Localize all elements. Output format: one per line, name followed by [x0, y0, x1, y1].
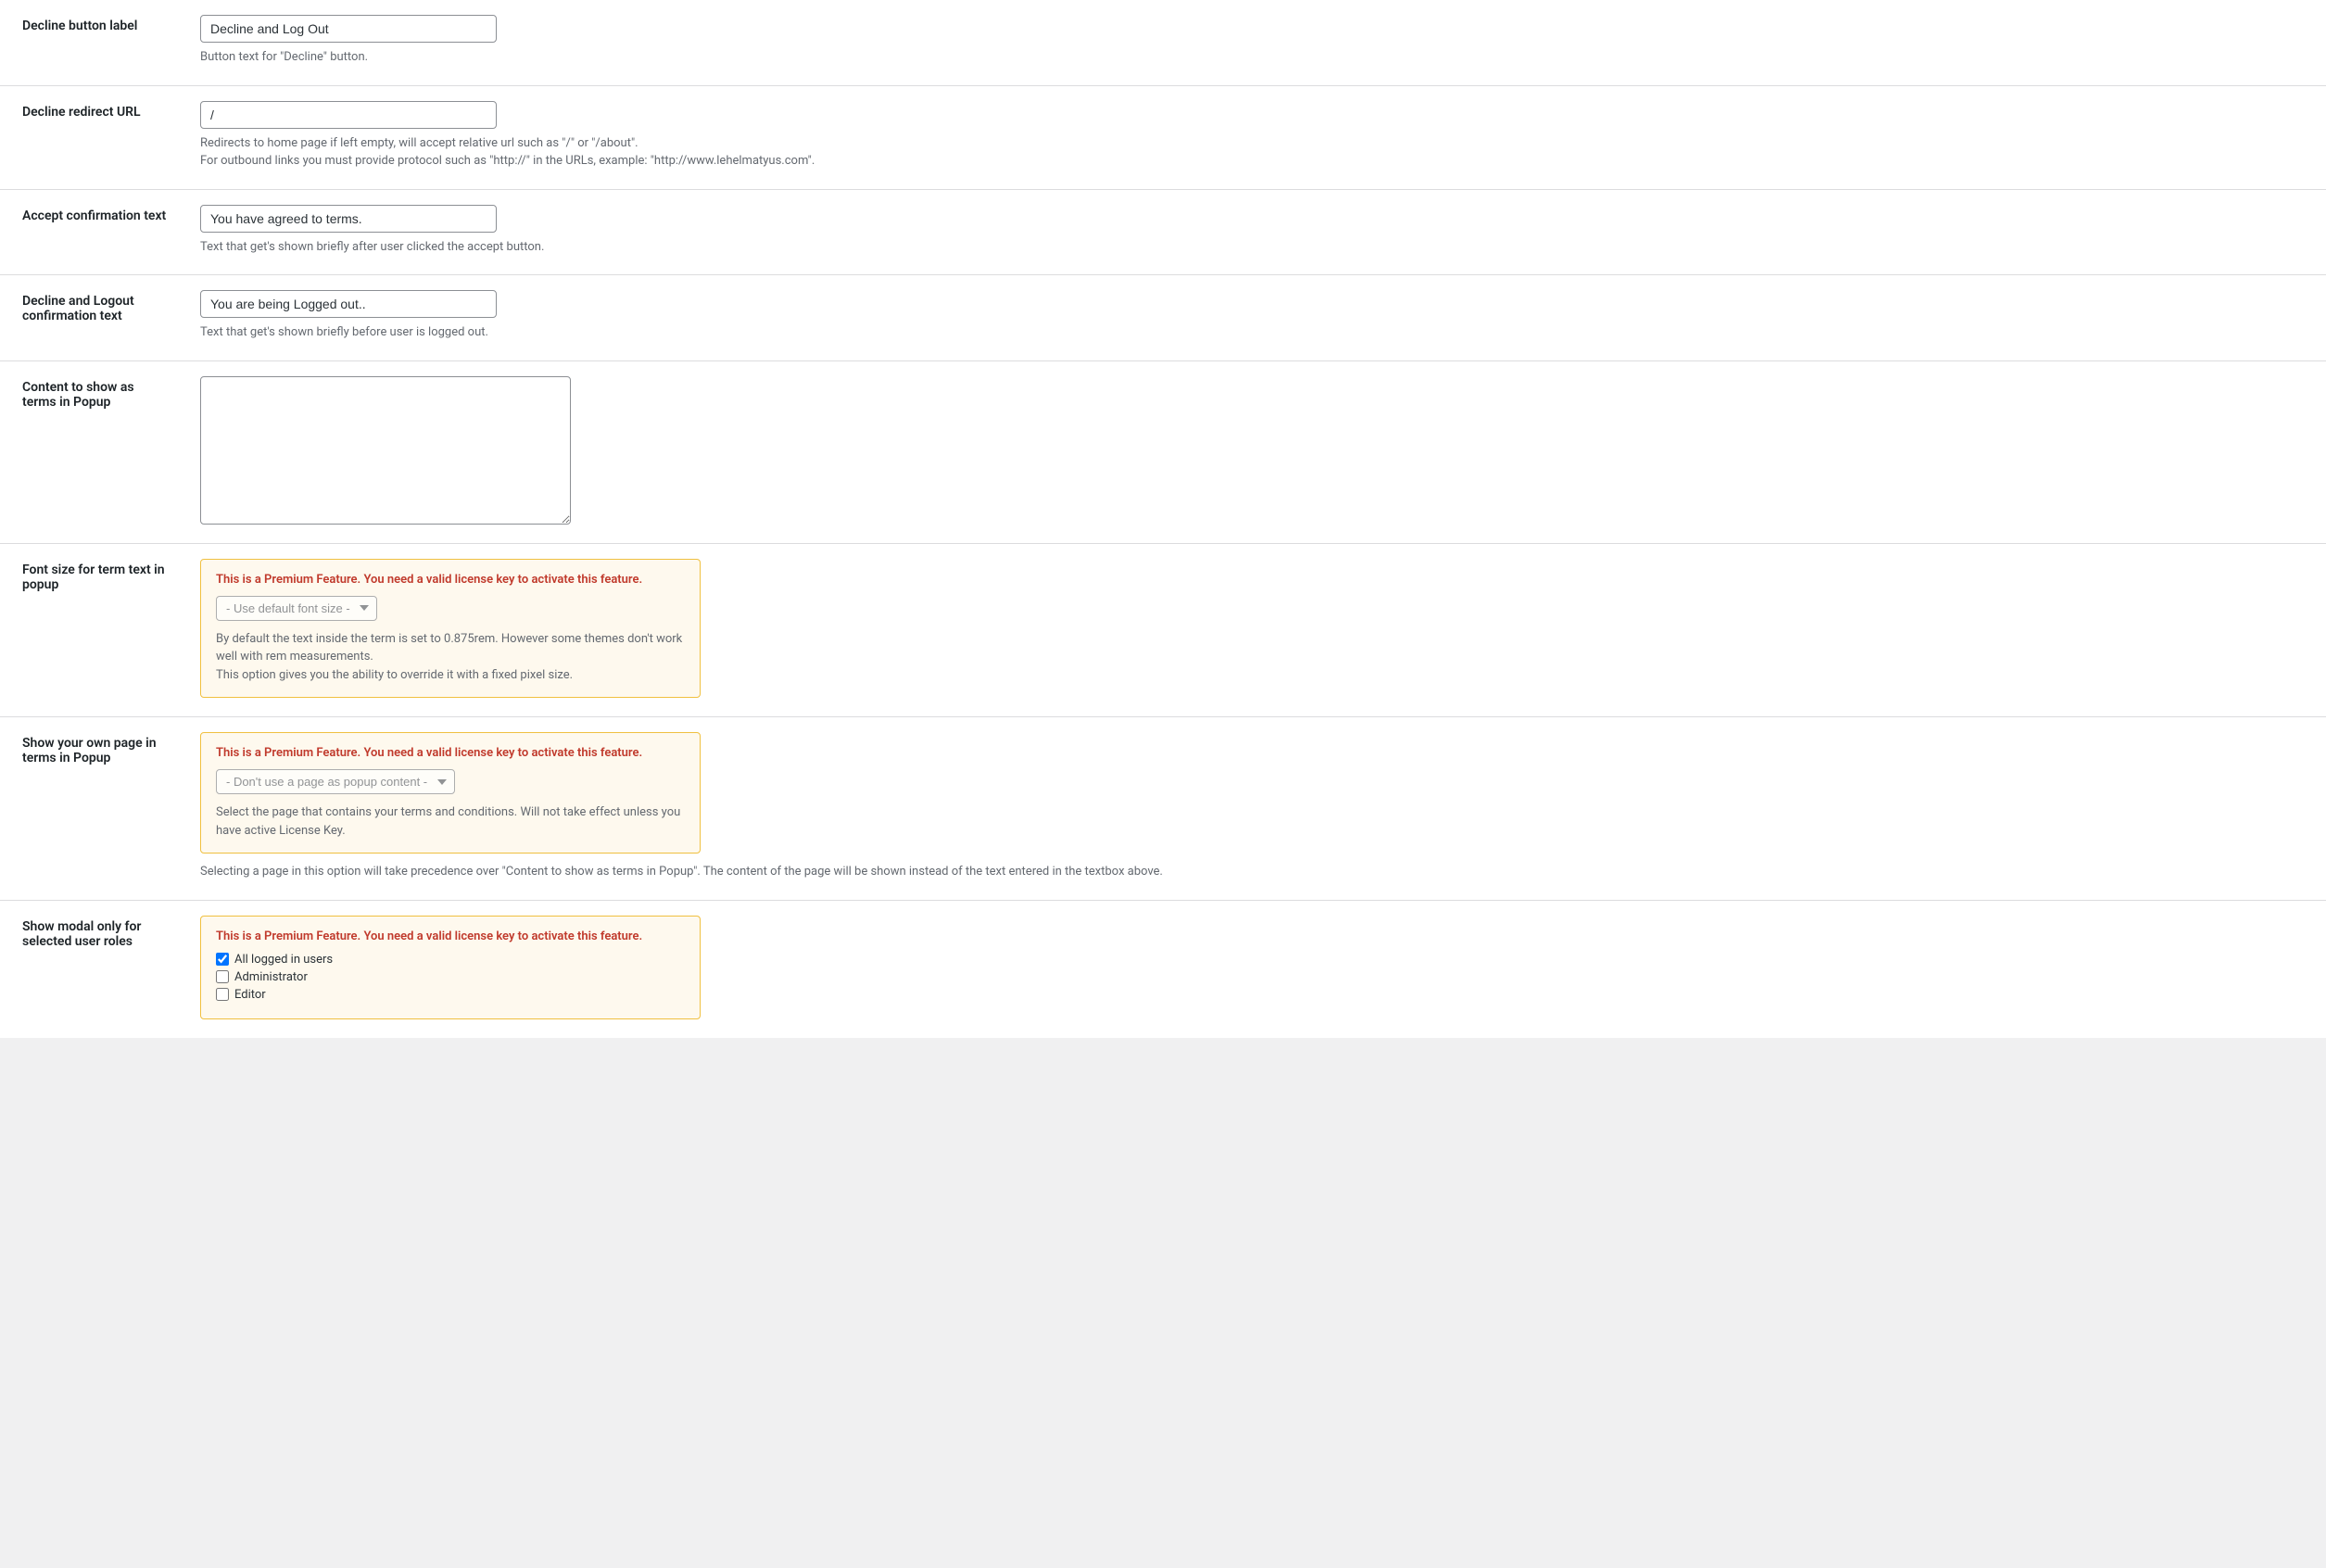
- help-decline-logout-confirmation-text: Text that get's shown briefly before use…: [200, 323, 2311, 342]
- checkbox-item-1: Administrator: [216, 970, 685, 984]
- settings-row-content-popup-terms: Content to show as terms in Popup: [0, 360, 2326, 543]
- label-decline-button-label: Decline button label: [0, 0, 185, 85]
- settings-row-show-modal-user-roles: Show modal only for selected user roles T…: [0, 900, 2326, 1038]
- premium-notice-show-own-page-popup: This is a Premium Feature. You need a va…: [216, 746, 685, 760]
- settings-row-decline-logout-confirmation-text: Decline and Logout confirmation text Text…: [0, 275, 2326, 361]
- premium-notice-show-modal-user-roles: This is a Premium Feature. You need a va…: [216, 929, 685, 943]
- help-decline-button-label: Button text for "Decline" button.: [200, 48, 2311, 67]
- input-accept-confirmation-text[interactable]: [200, 205, 497, 233]
- label-accept-confirmation-text: Accept confirmation text: [0, 189, 185, 275]
- premium-help-font-size-term-popup: By default the text inside the term is s…: [216, 630, 685, 685]
- premium-box-show-modal-user-roles: This is a Premium Feature. You need a va…: [200, 916, 701, 1019]
- checkbox-2[interactable]: [216, 988, 229, 1001]
- input-decline-logout-confirmation-text[interactable]: [200, 290, 497, 318]
- value-cell-font-size-term-popup: This is a Premium Feature. You need a va…: [185, 543, 2326, 717]
- checkbox-1[interactable]: [216, 970, 229, 983]
- select-font-size-term-popup[interactable]: - Use default font size -: [216, 596, 377, 621]
- value-cell-decline-redirect-url: Redirects to home page if left empty, wi…: [185, 85, 2326, 189]
- checkbox-0[interactable]: [216, 953, 229, 966]
- label-font-size-term-popup: Font size for term text in popup: [0, 543, 185, 717]
- settings-row-accept-confirmation-text: Accept confirmation text Text that get's …: [0, 189, 2326, 275]
- checkbox-label-2: Editor: [234, 988, 266, 1002]
- premium-box-show-own-page-popup: This is a Premium Feature. You need a va…: [200, 732, 701, 854]
- help-decline-redirect-url: Redirects to home page if left empty, wi…: [200, 134, 2311, 171]
- label-show-own-page-popup: Show your own page in terms in Popup: [0, 717, 185, 901]
- select-show-own-page-popup[interactable]: - Don't use a page as popup content -: [216, 769, 455, 794]
- settings-row-decline-button-label: Decline button label Button text for "Dec…: [0, 0, 2326, 85]
- value-cell-show-modal-user-roles: This is a Premium Feature. You need a va…: [185, 900, 2326, 1038]
- premium-box-font-size-term-popup: This is a Premium Feature. You need a va…: [200, 559, 701, 699]
- input-decline-button-label[interactable]: [200, 15, 497, 43]
- checkbox-list-show-modal-user-roles: All logged in users Administrator Editor: [216, 953, 685, 1002]
- settings-row-show-own-page-popup: Show your own page in terms in Popup This…: [0, 717, 2326, 901]
- settings-table: Decline button label Button text for "Dec…: [0, 0, 2326, 1038]
- label-decline-logout-confirmation-text: Decline and Logout confirmation text: [0, 275, 185, 361]
- help-accept-confirmation-text: Text that get's shown briefly after user…: [200, 238, 2311, 257]
- premium-help-show-own-page-popup: Select the page that contains your terms…: [216, 803, 685, 840]
- value-cell-accept-confirmation-text: Text that get's shown briefly after user…: [185, 189, 2326, 275]
- value-cell-decline-logout-confirmation-text: Text that get's shown briefly before use…: [185, 275, 2326, 361]
- value-cell-show-own-page-popup: This is a Premium Feature. You need a va…: [185, 717, 2326, 901]
- label-show-modal-user-roles: Show modal only for selected user roles: [0, 900, 185, 1038]
- value-cell-content-popup-terms: [185, 360, 2326, 543]
- checkbox-label-0: All logged in users: [234, 953, 333, 967]
- input-decline-redirect-url[interactable]: [200, 101, 497, 129]
- value-cell-decline-button-label: Button text for "Decline" button.: [185, 0, 2326, 85]
- label-decline-redirect-url: Decline redirect URL: [0, 85, 185, 189]
- checkbox-label-1: Administrator: [234, 970, 308, 984]
- textarea-content-popup-terms[interactable]: [200, 376, 571, 525]
- settings-row-font-size-term-popup: Font size for term text in popup This is …: [0, 543, 2326, 717]
- bottom-note-show-own-page-popup: Selecting a page in this option will tak…: [200, 863, 2311, 881]
- checkbox-item-2: Editor: [216, 988, 685, 1002]
- premium-notice-font-size-term-popup: This is a Premium Feature. You need a va…: [216, 573, 685, 587]
- label-content-popup-terms: Content to show as terms in Popup: [0, 360, 185, 543]
- checkbox-item-0: All logged in users: [216, 953, 685, 967]
- settings-row-decline-redirect-url: Decline redirect URL Redirects to home pa…: [0, 85, 2326, 189]
